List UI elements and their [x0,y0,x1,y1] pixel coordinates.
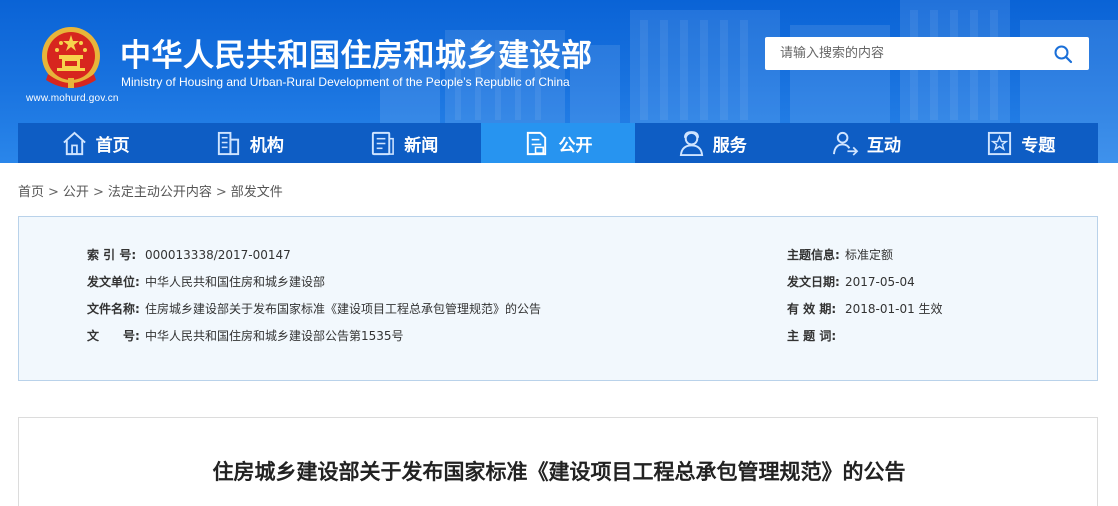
breadcrumb-public[interactable]: 公开 [63,185,89,200]
info-filename-row: 文件名称: 住房城乡建设部关于发布国家标准《建设项目工程总承包管理规范》的公告 [87,300,541,317]
nav-label: 服务 [712,135,747,156]
site-url: www.mohurd.gov.cn [26,93,119,104]
nav-label: 新闻 [404,135,439,156]
interaction-icon [833,131,859,156]
nav-item-organization[interactable]: 机构 [172,123,326,163]
search-icon[interactable] [1053,44,1073,64]
site-title: 中华人民共和国住房和城乡建设部 [120,38,593,74]
site-subtitle: Ministry of Housing and Urban-Rural Deve… [121,75,570,89]
info-keywords-row: 主 题 词: [787,327,845,344]
info-validity-value: 2018-01-01 生效 [845,302,943,316]
breadcrumb-separator: > [48,185,59,200]
document-info-box: 索 引 号: 000013338/2017-00147 发文单位: 中华人民共和国住… [18,216,1098,381]
nav-item-service[interactable]: 服务 [635,123,789,163]
info-topic-value: 标准定额 [845,248,894,262]
search-box [765,37,1089,70]
nav-label: 公开 [558,135,593,156]
info-issuer-value: 中华人民共和国住房和城乡建设部 [145,275,326,289]
info-label: 文件名称: [87,302,140,316]
nav-item-news[interactable]: 新闻 [327,123,481,163]
nav-label: 专题 [1021,135,1056,156]
info-label: 有 效 期: [787,302,837,316]
info-date-row: 发文日期: 2017-05-04 [787,273,915,290]
main-nav: 首页 机构 新闻 公开 服务 互动 专题 [18,123,1098,163]
article-panel: 住房城乡建设部关于发布国家标准《建设项目工程总承包管理规范》的公告 [18,417,1098,506]
info-index-row: 索 引 号: 000013338/2017-00147 [87,246,291,263]
info-date-value: 2017-05-04 [845,275,915,289]
info-topic-row: 主题信息: 标准定额 [787,246,893,263]
breadcrumb-statutory-content[interactable]: 法定主动公开内容 [108,185,212,200]
breadcrumb-home[interactable]: 首页 [18,185,44,200]
info-label: 索 引 号: [87,248,137,262]
info-filename-value: 住房城乡建设部关于发布国家标准《建设项目工程总承包管理规范》的公告 [145,302,542,316]
info-label: 发文单位: [87,275,140,289]
nav-item-interaction[interactable]: 互动 [789,123,943,163]
nav-label: 首页 [95,135,130,156]
search-input[interactable] [765,37,1045,70]
news-icon [372,131,395,155]
info-label: 发文日期: [787,275,840,289]
info-label: 文 号: [87,329,140,343]
article-title: 住房城乡建设部关于发布国家标准《建设项目工程总承包管理规范》的公告 [212,460,906,484]
info-label: 主 题 词: [787,329,837,343]
nav-item-home[interactable]: 首页 [18,123,172,163]
breadcrumb: 首页 > 公开 > 法定主动公开内容 > 部发文件 [18,181,283,200]
info-label: 主题信息: [787,248,840,262]
info-validity-row: 有 效 期: 2018-01-01 生效 [787,300,943,317]
building-icon [217,131,240,155]
nav-label: 互动 [867,135,902,156]
star-icon [988,131,1012,155]
service-person-icon [679,130,703,156]
nav-label: 机构 [249,135,284,156]
nav-item-public[interactable]: 公开 [480,123,636,163]
info-docno-value: 中华人民共和国住房和城乡建设部公告第1535号 [145,329,404,343]
breadcrumb-separator: > [215,185,227,200]
info-index-value: 000013338/2017-00147 [145,248,291,262]
info-issuer-row: 发文单位: 中华人民共和国住房和城乡建设部 [87,273,325,290]
breadcrumb-ministry-documents[interactable]: 部发文件 [231,185,283,200]
breadcrumb-separator: > [92,185,104,200]
info-docno-row: 文 号: 中华人民共和国住房和城乡建设部公告第1535号 [87,327,404,344]
document-icon [527,131,547,155]
nav-item-topics[interactable]: 专题 [944,123,1098,163]
national-emblem-logo [42,27,100,88]
home-icon [62,131,86,155]
